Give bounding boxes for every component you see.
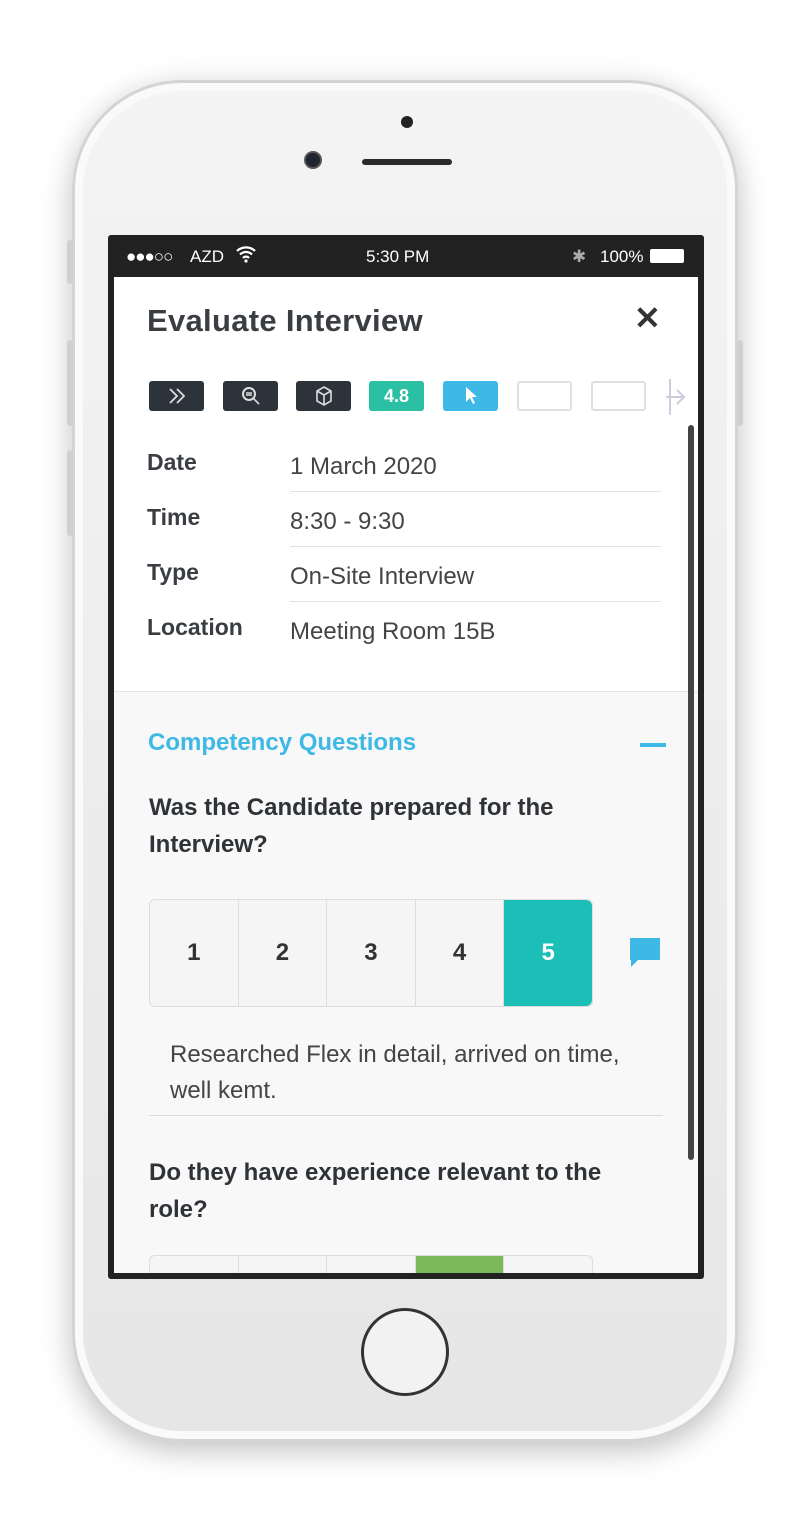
detail-row-time: Time 8:30 - 9:30 (147, 492, 661, 547)
volume-up-button (67, 340, 73, 426)
power-button (737, 340, 743, 426)
rating-option-1[interactable] (150, 1256, 239, 1273)
rating-selector-2 (149, 1255, 593, 1273)
home-button[interactable] (361, 1308, 449, 1396)
signal-icon: ●●●○○ (126, 247, 173, 266)
rating-option-1[interactable]: 1 (150, 900, 239, 1006)
close-icon[interactable]: ✕ (634, 299, 661, 337)
detail-row-date: Date 1 March 2020 (147, 437, 661, 492)
chevrons-right-icon[interactable] (149, 381, 204, 411)
carrier: AZD (190, 247, 224, 266)
proximity-sensor (401, 116, 413, 128)
arrow-right-icon[interactable] (662, 377, 688, 422)
cursor-icon[interactable] (443, 381, 498, 411)
comment-text: Researched Flex in detail, arrived on ti… (170, 1041, 620, 1104)
wifi-icon (236, 245, 256, 268)
rating-option-5[interactable] (504, 1256, 592, 1273)
battery-percent: 100% (600, 247, 644, 266)
evaluate-panel: Evaluate Interview ✕ 4.8 Date 1 March 202… (114, 277, 698, 1273)
divider (149, 1115, 663, 1116)
volume-down-button (67, 450, 73, 536)
rating-option-5[interactable]: 5 (504, 900, 592, 1006)
detail-row-location: Location Meeting Room 15B (147, 614, 496, 645)
question-2: Do they have experience relevant to the … (149, 1159, 602, 1223)
cube-icon[interactable] (296, 381, 351, 411)
section-title[interactable]: Competency Questions (148, 729, 416, 757)
collapse-icon[interactable] (640, 743, 666, 747)
rating-option-4[interactable] (415, 1256, 505, 1273)
mute-switch (67, 240, 73, 284)
empty-tool-slot[interactable] (517, 381, 572, 411)
battery-icon (650, 249, 684, 263)
empty-tool-slot[interactable] (591, 381, 646, 411)
question-1: Was the Candidate prepared for the Inter… (149, 794, 554, 858)
earpiece-speaker (362, 159, 452, 165)
scrollbar[interactable] (688, 425, 694, 1160)
rating-option-4[interactable]: 4 (416, 900, 505, 1006)
rating-option-2[interactable] (239, 1256, 328, 1273)
rating-option-3[interactable] (327, 1256, 416, 1273)
comment-icon[interactable] (628, 935, 662, 974)
detail-row-type: Type On-Site Interview (147, 547, 661, 602)
zoom-icon[interactable] (223, 381, 278, 411)
rating-option-2[interactable]: 2 (239, 900, 328, 1006)
bluetooth-icon: ✱ (572, 247, 587, 266)
rating-selector-1: 1 2 3 4 5 (149, 899, 593, 1007)
page-title: Evaluate Interview (147, 303, 423, 338)
rating-option-3[interactable]: 3 (327, 900, 416, 1006)
clock: 5:30 PM (366, 247, 430, 266)
screen: ●●●○○ AZD 5:30 PM ✱ 100% Evaluate Interv… (108, 235, 704, 1279)
rating-badge: 4.8 (369, 381, 424, 411)
front-camera (304, 151, 322, 169)
status-bar: ●●●○○ AZD 5:30 PM ✱ 100% (108, 235, 704, 277)
